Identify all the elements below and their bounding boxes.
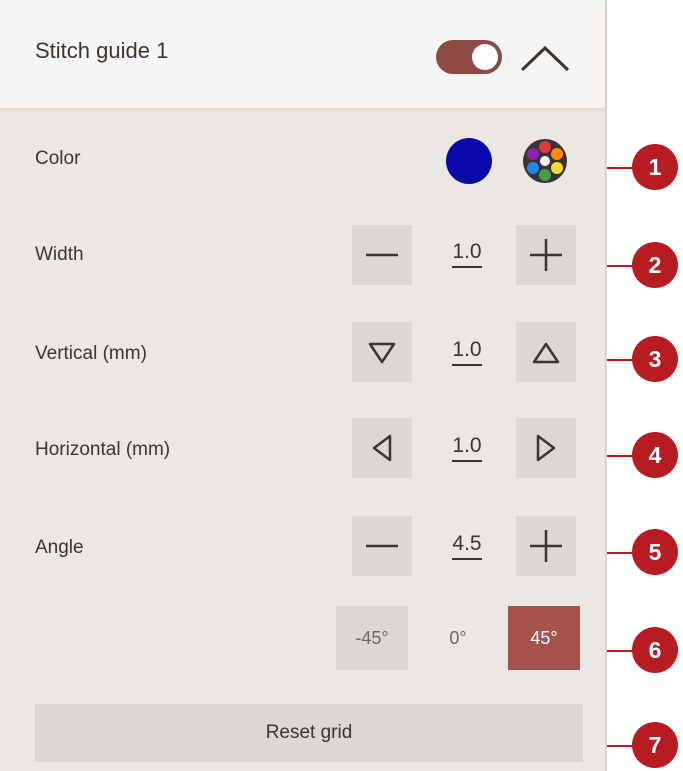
width-increase-button[interactable] [516, 225, 576, 285]
callout-badge-3: 3 [632, 336, 678, 382]
minus-icon [366, 544, 398, 548]
width-label: Width [35, 244, 84, 265]
callout-badge-6: 6 [632, 627, 678, 673]
angle-value[interactable]: 4.5 [437, 532, 497, 560]
callout-badge-1: 1 [632, 144, 678, 190]
plus-icon [530, 239, 562, 271]
current-color-swatch[interactable] [446, 138, 492, 184]
triangle-down-icon [368, 342, 396, 364]
width-value[interactable]: 1.0 [437, 240, 497, 268]
panel-edge-divider [605, 0, 607, 771]
callout-badge-5: 5 [632, 529, 678, 575]
callout-badge-7: 7 [632, 722, 678, 768]
horizontal-left-button[interactable] [352, 418, 412, 478]
reset-grid-button[interactable]: Reset grid [35, 704, 583, 762]
chevron-up-icon[interactable] [516, 40, 574, 76]
vertical-up-button[interactable] [516, 322, 576, 382]
horizontal-right-button[interactable] [516, 418, 576, 478]
angle-preset-45[interactable]: 45° [508, 606, 580, 670]
plus-icon [530, 530, 562, 562]
panel-header: Stitch guide 1 [0, 0, 605, 108]
minus-icon [366, 253, 398, 257]
vertical-label: Vertical (mm) [35, 343, 147, 364]
color-wheel-icon[interactable] [520, 136, 570, 186]
horizontal-value[interactable]: 1.0 [437, 434, 497, 462]
triangle-right-icon [536, 434, 556, 462]
angle-preset-0[interactable]: 0° [422, 606, 494, 670]
triangle-up-icon [532, 342, 560, 364]
callout-badge-4: 4 [632, 432, 678, 478]
angle-decrease-button[interactable] [352, 516, 412, 576]
vertical-down-button[interactable] [352, 322, 412, 382]
vertical-value[interactable]: 1.0 [437, 338, 497, 366]
color-label: Color [35, 148, 81, 169]
horizontal-label: Horizontal (mm) [35, 439, 171, 460]
callout-badge-2: 2 [632, 242, 678, 288]
panel-title: Stitch guide 1 [35, 38, 169, 63]
width-decrease-button[interactable] [352, 225, 412, 285]
angle-increase-button[interactable] [516, 516, 576, 576]
toggle-knob [472, 44, 498, 70]
angle-preset-minus-45[interactable]: -45° [336, 606, 408, 670]
angle-label: Angle [35, 537, 84, 558]
triangle-left-icon [372, 434, 392, 462]
stitch-guide-toggle[interactable] [436, 40, 502, 74]
